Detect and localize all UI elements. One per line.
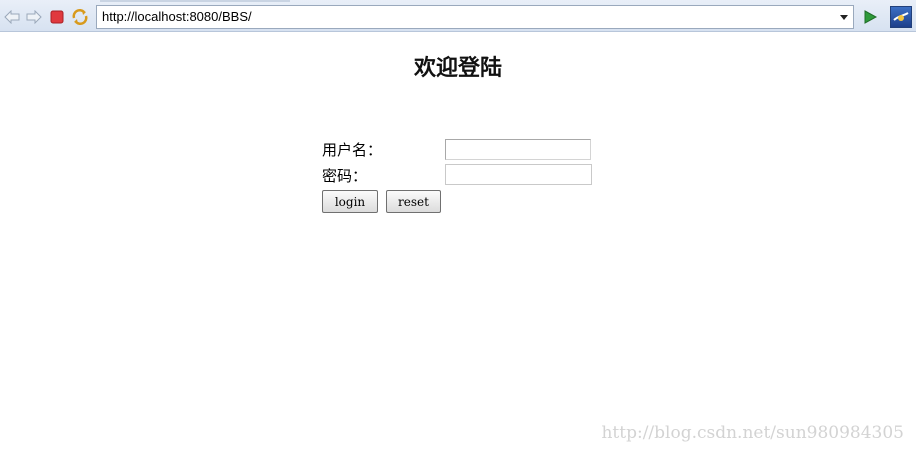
- tab-strip-edge: [100, 0, 290, 2]
- browser-toolbar: http://localhost:8080/BBS/: [0, 0, 916, 32]
- reset-button[interactable]: reset: [386, 190, 441, 213]
- browser-extension-icon[interactable]: [890, 6, 912, 28]
- password-label: 密码：: [322, 167, 368, 185]
- stop-icon[interactable]: [48, 8, 66, 26]
- address-bar[interactable]: http://localhost:8080/BBS/: [96, 5, 854, 29]
- username-input[interactable]: [445, 139, 591, 160]
- go-play-icon[interactable]: [861, 8, 879, 26]
- page-title: 欢迎登陆: [413, 55, 502, 81]
- watermark: http://blog.csdn.net/sun980984305: [601, 423, 904, 443]
- back-arrow-icon[interactable]: [3, 8, 21, 26]
- password-input[interactable]: [445, 164, 592, 185]
- username-label: 用户名：: [322, 141, 383, 159]
- chevron-down-icon[interactable]: [837, 9, 851, 25]
- forward-arrow-icon[interactable]: [25, 8, 43, 26]
- refresh-icon[interactable]: [71, 8, 89, 26]
- address-url[interactable]: http://localhost:8080/BBS/: [102, 9, 252, 24]
- login-button[interactable]: login: [322, 190, 378, 213]
